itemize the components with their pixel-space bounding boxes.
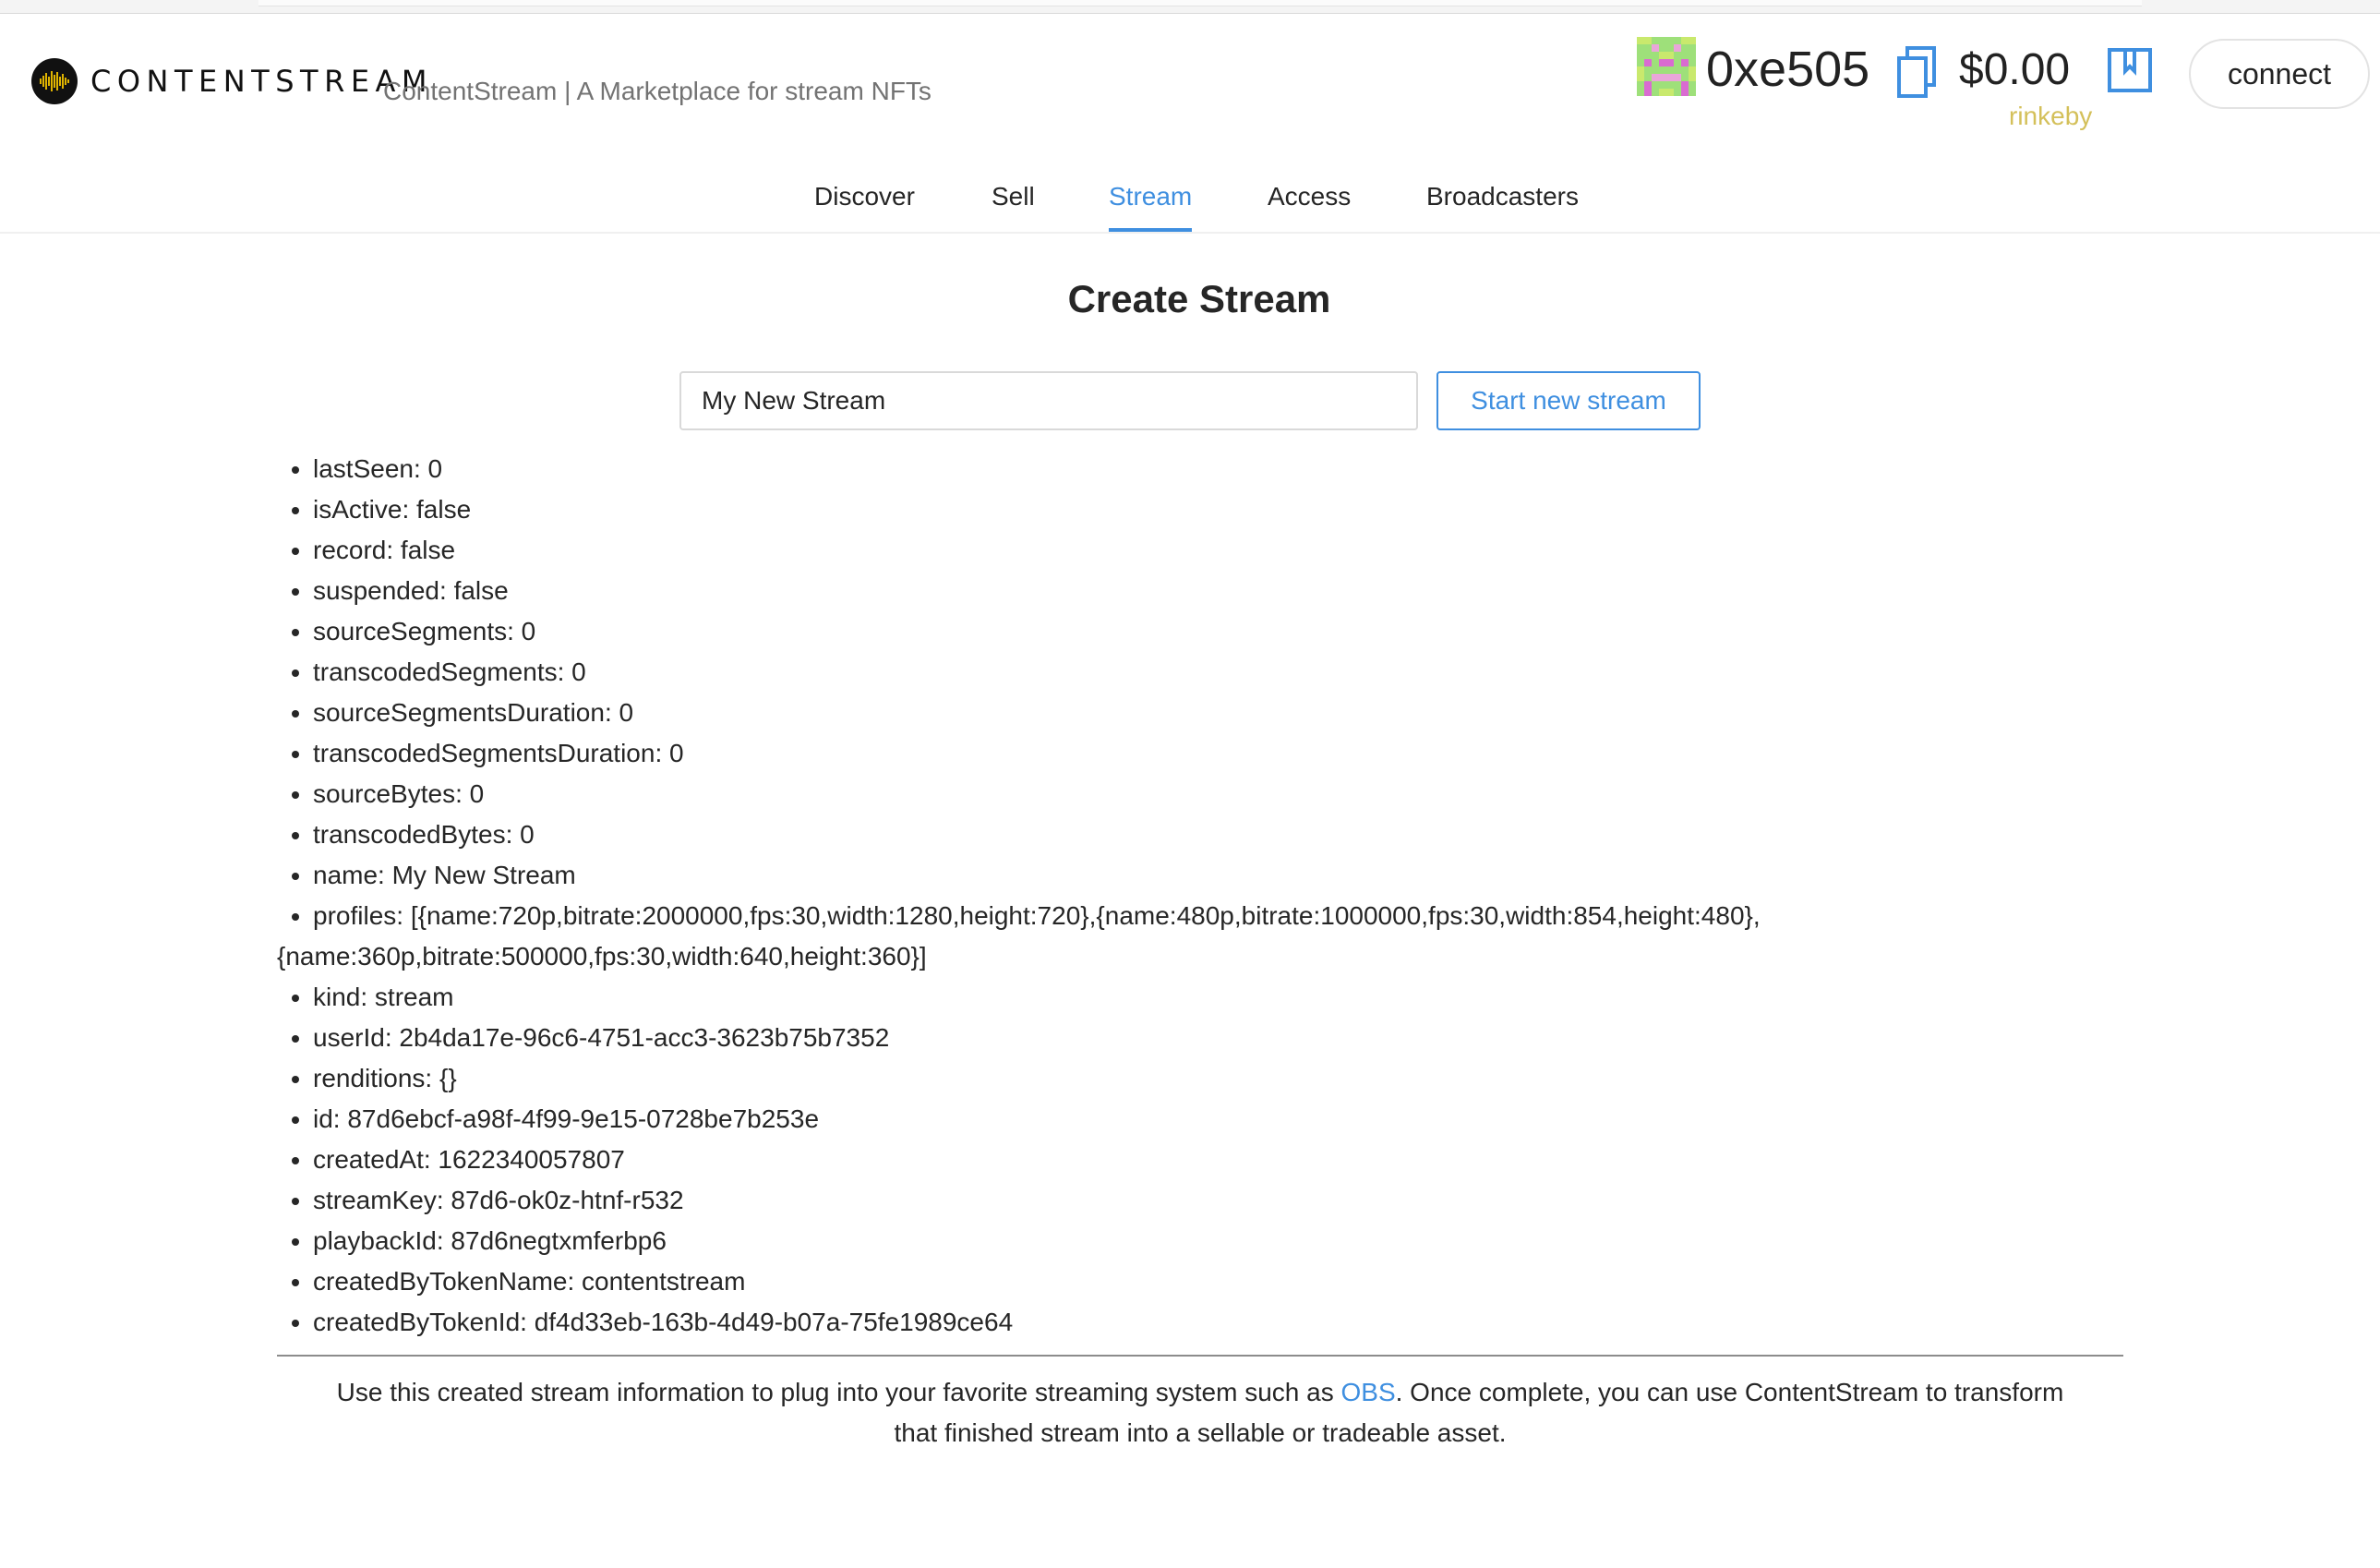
tab-broadcasters[interactable]: Broadcasters xyxy=(1426,182,1579,232)
stream-info-list: lastSeen: 0 isActive: false record: fals… xyxy=(277,449,1965,1343)
list-item: createdAt: 1622340057807 xyxy=(313,1140,1965,1180)
list-item: lastSeen: 0 xyxy=(313,449,1965,489)
list-item: sourceSegmentsDuration: 0 xyxy=(313,693,1965,733)
list-item: transcodedSegments: 0 xyxy=(313,652,1965,693)
divider xyxy=(277,1355,2123,1357)
start-new-stream-button[interactable]: Start new stream xyxy=(1436,371,1701,430)
list-item: sourceBytes: 0 xyxy=(313,774,1965,814)
list-item: createdByTokenName: contentstream xyxy=(313,1261,1965,1302)
pixel-avatar-icon[interactable] xyxy=(1637,37,1696,96)
logo-wordmark: CONTENTSTREAM xyxy=(90,64,434,99)
connect-button[interactable]: connect xyxy=(2189,39,2370,109)
network-label: rinkeby xyxy=(2009,102,2093,130)
list-item: id: 87d6ebcf-a98f-4f99-9e15-0728be7b253e xyxy=(313,1099,1965,1140)
browser-top-inner xyxy=(258,0,2142,6)
list-item: suspended: false xyxy=(313,571,1965,611)
list-item: name: My New Stream xyxy=(313,855,1965,896)
list-item: userId: 2b4da17e-96c6-4751-acc3-3623b75b… xyxy=(313,1018,1965,1058)
footer-line-2: that finished stream into a sellable or … xyxy=(894,1418,1507,1447)
wallet-address: 0xe505 xyxy=(1706,42,1870,97)
list-item: playbackId: 87d6negtxmferbp6 xyxy=(313,1221,1965,1261)
tab-discover[interactable]: Discover xyxy=(814,182,915,232)
list-item: isActive: false xyxy=(313,489,1965,530)
list-item: profiles: [{name:720p,bitrate:2000000,fp… xyxy=(313,896,1965,936)
list-item: record: false xyxy=(313,530,1965,571)
wallet-balance: $0.00 xyxy=(1959,45,2071,94)
tab-sell[interactable]: Sell xyxy=(992,182,1035,232)
footer-instructions: Use this created stream information to p… xyxy=(277,1372,2123,1453)
list-item: transcodedBytes: 0 xyxy=(313,814,1965,855)
browser-top-strip xyxy=(0,0,2380,14)
stream-name-input[interactable] xyxy=(679,371,1418,430)
tab-stream[interactable]: Stream xyxy=(1109,182,1193,232)
tab-access[interactable]: Access xyxy=(1268,182,1351,232)
main-nav: Discover Sell Stream Access Broadcasters xyxy=(0,171,2380,232)
list-item: renditions: {} xyxy=(313,1058,1965,1099)
list-item: streamKey: 87d6-ok0z-htnf-r532 xyxy=(313,1180,1965,1221)
list-item: kind: stream xyxy=(313,977,1965,1018)
page-title: Create Stream xyxy=(1067,277,1331,320)
copy-icon[interactable] xyxy=(1896,45,1937,99)
list-item: sourceSegments: 0 xyxy=(313,611,1965,652)
list-item-continuation: {name:360p,bitrate:500000,fps:30,width:6… xyxy=(277,942,927,971)
obs-link[interactable]: OBS xyxy=(1340,1378,1395,1406)
wallet-icon[interactable] xyxy=(2107,47,2153,93)
footer-text-before: Use this created stream information to p… xyxy=(336,1378,1341,1406)
audio-waveform-icon xyxy=(31,58,78,104)
site-tagline: ContentStream | A Marketplace for stream… xyxy=(383,77,932,105)
list-item: transcodedSegmentsDuration: 0 xyxy=(313,733,1965,774)
site-header: CONTENTSTREAM ContentStream | A Marketpl… xyxy=(0,14,2380,234)
brand-logo[interactable]: CONTENTSTREAM xyxy=(31,58,433,104)
footer-line-1: Use this created stream information to p… xyxy=(277,1372,2123,1413)
footer-text-after: . Once complete, you can use ContentStre… xyxy=(1395,1378,2064,1406)
list-item: createdByTokenId: df4d33eb-163b-4d49-b07… xyxy=(313,1302,1965,1343)
